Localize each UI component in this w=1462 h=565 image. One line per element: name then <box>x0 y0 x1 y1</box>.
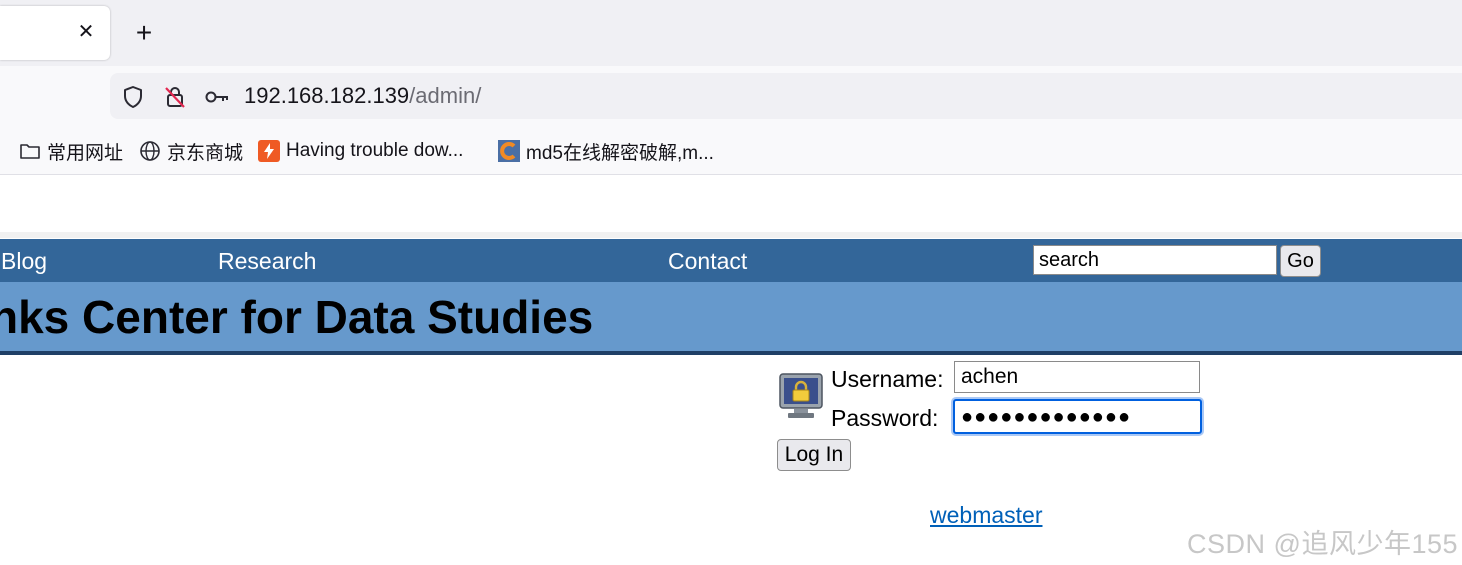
url-host: 192.168.182.139 <box>244 83 410 108</box>
url-path: /admin/ <box>409 83 482 108</box>
bookmark-label: md5在线解密破解,m... <box>526 142 714 164</box>
close-tab-icon[interactable]: ✕ <box>74 20 98 44</box>
insecure-lock-icon[interactable] <box>162 84 188 110</box>
bookmark-label: 常用网址 <box>47 142 124 164</box>
bookmark-label: 京东商城 <box>167 142 244 164</box>
nav-link-contact[interactable]: Contact <box>668 248 747 274</box>
nav-link-blog[interactable]: Blog <box>1 248 47 274</box>
site-banner: nks Center for Data Studies <box>0 282 1462 355</box>
shield-icon[interactable] <box>120 84 146 110</box>
cmd5-favicon <box>498 140 520 162</box>
username-field[interactable] <box>954 361 1200 393</box>
search-input[interactable] <box>1033 245 1277 275</box>
address-bar[interactable]: 192.168.182.139/admin/ <box>110 73 1462 119</box>
bolt-favicon <box>258 140 280 162</box>
bookmark-md5[interactable]: md5在线解密破解,m... <box>498 136 714 166</box>
password-field[interactable]: ●●●●●●●●●●●●● <box>953 399 1202 434</box>
page-top-area <box>0 175 1462 233</box>
url-text[interactable]: 192.168.182.139/admin/ <box>244 83 481 109</box>
computer-lock-icon <box>779 373 823 419</box>
browser-tab[interactable]: ✕ <box>0 6 110 60</box>
bookmark-jd[interactable]: 京东商城 <box>139 136 243 166</box>
bookmark-folder[interactable]: 常用网址 <box>19 136 123 166</box>
bookmark-label: Having trouble dow... <box>286 140 464 161</box>
site-nav-bar: Blog Research Contact Go <box>0 239 1462 282</box>
browser-toolbar: 192.168.182.139/admin/ <box>0 66 1462 128</box>
bookmark-having-trouble[interactable]: Having trouble dow... <box>258 136 463 166</box>
new-tab-button[interactable]: + <box>130 18 158 48</box>
bookmarks-toolbar: 常用网址 京东商城 Having trouble dow... md5在线解密破… <box>0 128 1462 175</box>
search-go-button[interactable]: Go <box>1280 245 1321 277</box>
key-icon[interactable] <box>204 84 230 110</box>
nav-link-research[interactable]: Research <box>218 248 316 274</box>
log-in-button[interactable]: Log In <box>777 439 851 471</box>
divider <box>0 232 1462 238</box>
globe-icon <box>139 140 161 162</box>
tab-strip: ✕ + <box>0 0 1462 66</box>
watermark: CSDN @追风少年155 <box>1187 529 1458 559</box>
folder-icon <box>19 140 41 162</box>
password-label: Password: <box>831 405 939 431</box>
site-title: nks Center for Data Studies <box>0 291 594 343</box>
webmaster-link[interactable]: webmaster <box>930 502 1042 529</box>
username-label: Username: <box>831 366 944 392</box>
